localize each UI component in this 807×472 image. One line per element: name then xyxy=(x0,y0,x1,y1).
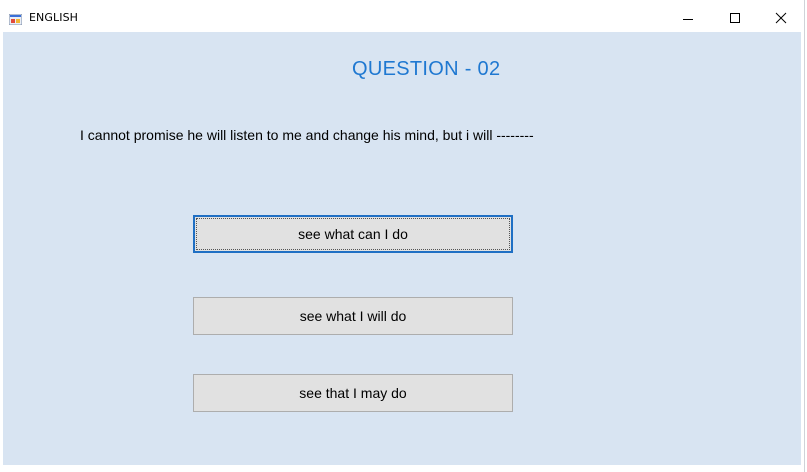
answer-button-2[interactable]: see what I will do xyxy=(193,297,513,335)
minimize-icon xyxy=(683,19,693,20)
form-client-area: QUESTION - 02 I cannot promise he will l… xyxy=(3,32,801,465)
maximize-icon xyxy=(730,13,740,23)
app-window: ENGLISH QUESTION - 02 I cannot promise h… xyxy=(0,0,804,468)
window-title: ENGLISH xyxy=(29,11,79,24)
question-heading: QUESTION - 02 xyxy=(352,58,501,80)
answer-button-1[interactable]: see what can I do xyxy=(193,215,513,253)
app-icon xyxy=(8,12,23,26)
title-bar[interactable]: ENGLISH xyxy=(0,0,804,32)
maximize-button[interactable] xyxy=(712,0,758,32)
window-border xyxy=(804,0,805,472)
close-icon xyxy=(775,12,787,24)
minimize-button[interactable] xyxy=(665,0,711,32)
answer-button-3[interactable]: see that I may do xyxy=(193,374,513,412)
question-text: I cannot promise he will listen to me an… xyxy=(80,127,534,143)
close-button[interactable] xyxy=(758,0,804,32)
